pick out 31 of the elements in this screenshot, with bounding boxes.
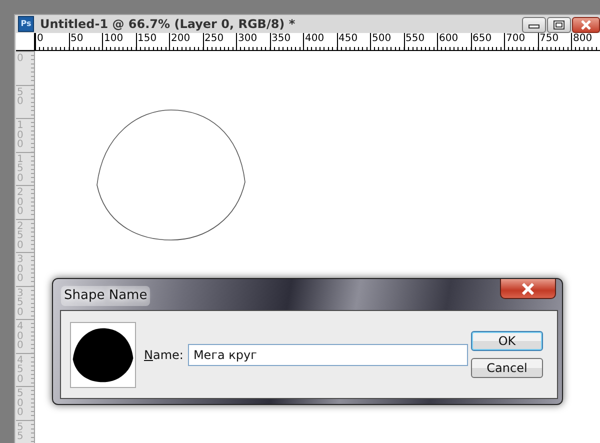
ruler-label: 300 — [238, 33, 258, 44]
ruler-label: 550 — [406, 33, 425, 44]
name-label: Name: — [144, 346, 184, 364]
restore-icon — [553, 20, 565, 30]
ruler-label: 750 — [540, 33, 559, 44]
close-icon — [580, 20, 592, 30]
ruler-label: 700 — [506, 33, 526, 44]
close-button[interactable] — [500, 279, 556, 299]
ruler-label: 50 — [70, 33, 84, 44]
window-title: Untitled-1 @ 66.7% (Layer 0, RGB/8) * — [40, 16, 296, 33]
ruler-label: 200 — [171, 33, 190, 44]
dialog-button[interactable]: OK — [471, 331, 543, 351]
ruler-label: 500 — [372, 33, 392, 44]
dialog-button[interactable]: Cancel — [471, 358, 543, 378]
app-icon: Ps — [18, 16, 34, 32]
close-icon — [521, 282, 535, 294]
ruler-label: 450 — [338, 33, 358, 44]
close-button[interactable] — [572, 17, 600, 33]
ruler-label: 600 — [439, 33, 458, 44]
ruler-label: 150 — [138, 33, 157, 44]
ruler-corner[interactable] — [16, 33, 35, 51]
ruler-label: 250 — [204, 33, 224, 44]
ruler-label: 350 — [272, 33, 291, 44]
minimize-button[interactable] — [522, 17, 546, 33]
ruler-label: 0 — [37, 33, 44, 44]
name-field[interactable]: Мега круг — [188, 344, 468, 366]
ruler-label: 650 — [472, 33, 492, 44]
ruler-label: 100 — [104, 33, 124, 44]
ruler-label: 400 — [305, 33, 324, 44]
restore-button[interactable] — [547, 17, 571, 33]
ruler-label: 800 — [573, 33, 592, 44]
